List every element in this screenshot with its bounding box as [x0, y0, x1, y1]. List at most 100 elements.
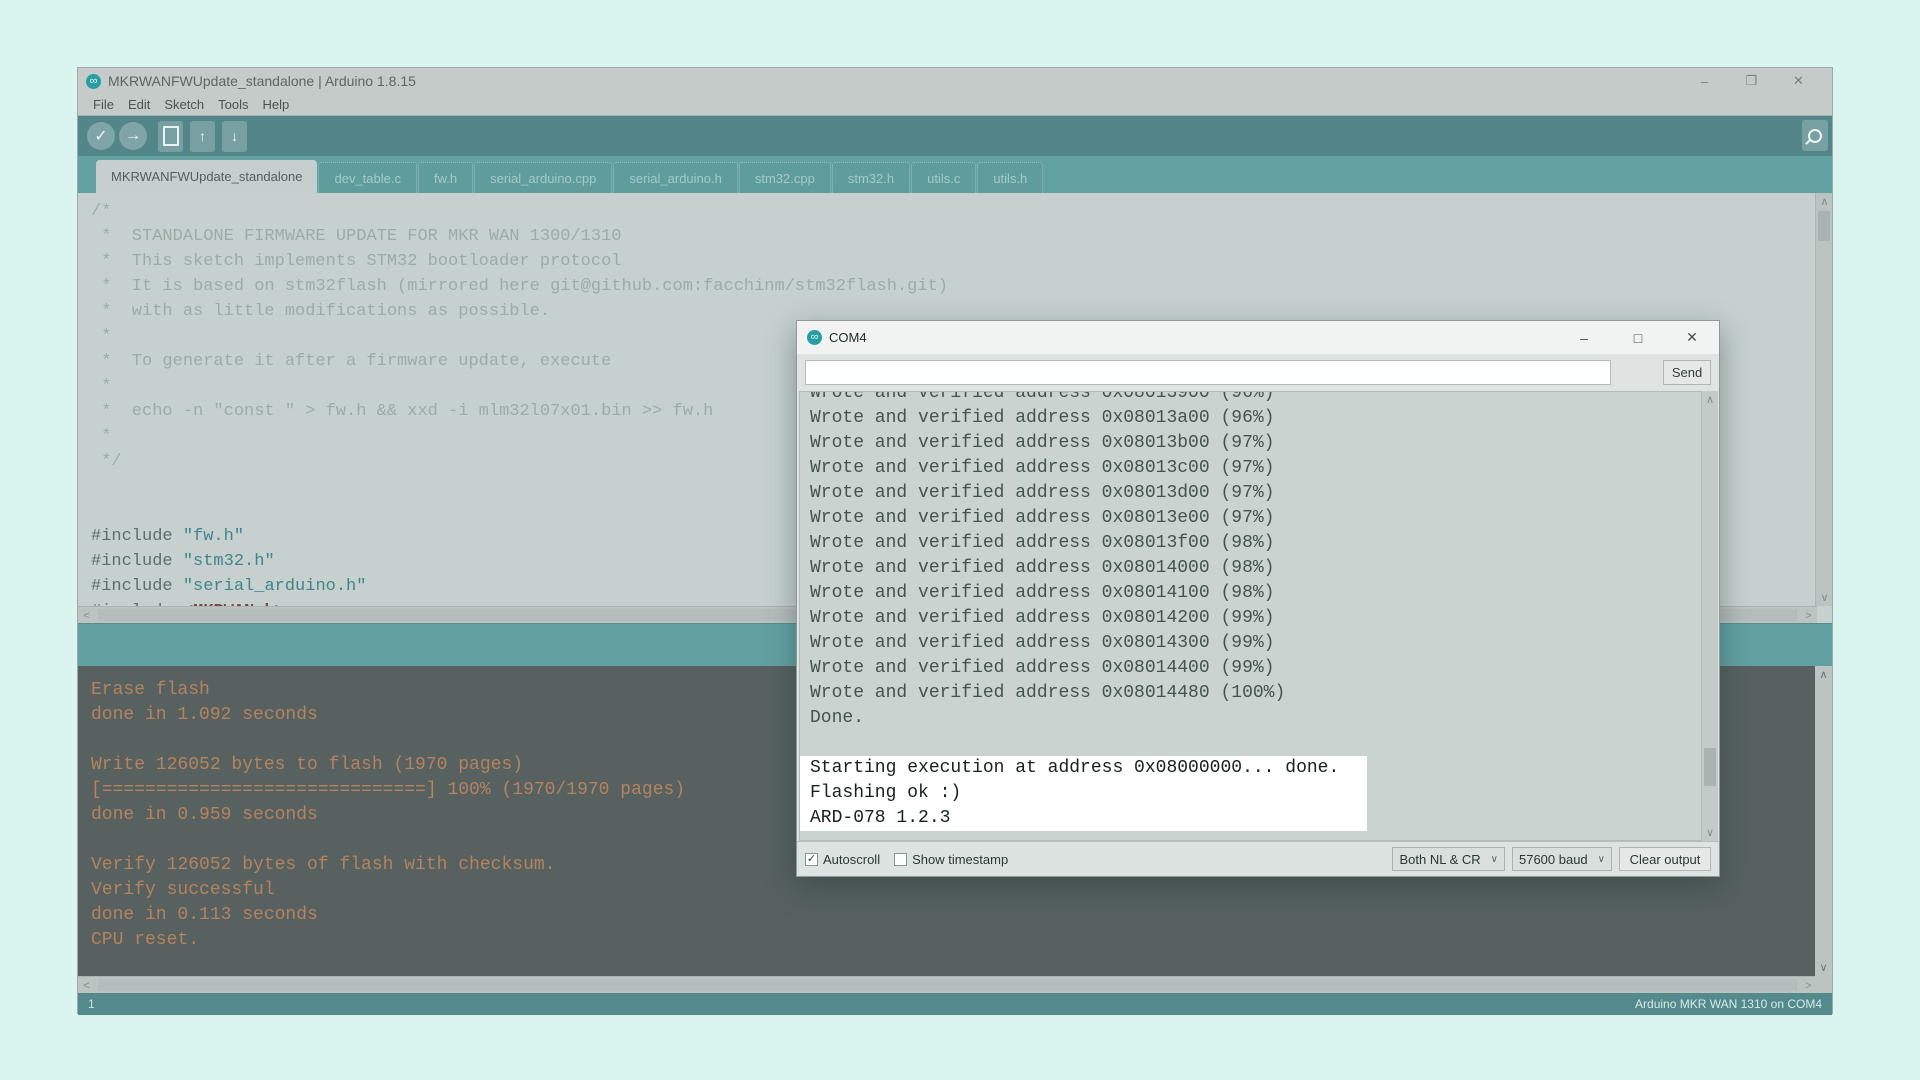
- tab-stm32.cpp[interactable]: stm32.cpp: [739, 162, 831, 193]
- serial-scrollbar-thumb[interactable]: [1704, 748, 1716, 786]
- console-horizontal-scrollbar[interactable]: < >: [78, 976, 1817, 993]
- tab-MKRWANFWUpdate_standalone[interactable]: MKRWANFWUpdate_standalone: [96, 160, 317, 193]
- code-token: "fw.h": [183, 527, 244, 546]
- serial-vertical-scrollbar[interactable]: ∧ ∨: [1702, 391, 1718, 841]
- line-ending-dropdown[interactable]: Both NL & CR ∨: [1392, 847, 1505, 871]
- menu-tools[interactable]: Tools: [211, 97, 255, 112]
- arduino-logo-icon: ∞: [807, 330, 822, 345]
- serial-output-line: Starting execution at address 0x08000000…: [810, 756, 1367, 781]
- console-line: CPU reset.: [91, 928, 1817, 953]
- serial-titlebar[interactable]: ∞ COM4 – □ ✕: [797, 321, 1719, 354]
- show-timestamp-checkbox[interactable]: [894, 853, 907, 866]
- code-token: #include: [91, 577, 183, 596]
- ide-window-title: MKRWANFWUpdate_standalone | Arduino 1.8.…: [108, 73, 416, 89]
- code-token: #include: [91, 527, 183, 546]
- menu-edit[interactable]: Edit: [121, 97, 157, 112]
- scroll-down-icon[interactable]: ∨: [1702, 824, 1718, 841]
- tab-utils.c[interactable]: utils.c: [911, 162, 976, 193]
- menu-sketch[interactable]: Sketch: [157, 97, 211, 112]
- editor-scrollbar-thumb[interactable]: [1818, 211, 1830, 241]
- code-token: #include: [91, 552, 183, 571]
- tab-utils.h[interactable]: utils.h: [977, 162, 1043, 193]
- code-line: /*: [91, 199, 1817, 224]
- tab-serial_arduino.h[interactable]: serial_arduino.h: [613, 162, 738, 193]
- serial-output-line: Wrote and verified address 0x08014200 (9…: [810, 606, 1701, 631]
- console-vertical-scrollbar[interactable]: ∧ ∨: [1815, 666, 1832, 976]
- code-token: "stm32.h": [183, 552, 275, 571]
- code-token: * To generate it after a firmware update…: [91, 352, 611, 371]
- code-token: * with as little modifications as possib…: [91, 302, 550, 321]
- serial-output-line: Flashing ok :): [810, 781, 1367, 806]
- open-button[interactable]: ↑: [190, 121, 215, 152]
- code-token: /*: [91, 202, 111, 221]
- menu-help[interactable]: Help: [255, 97, 296, 112]
- line-number-indicator: 1: [88, 997, 95, 1011]
- tab-bar: MKRWANFWUpdate_standalonedev_table.cfw.h…: [78, 156, 1832, 193]
- serial-output-line: Wrote and verified address 0x08013a00 (9…: [810, 406, 1701, 431]
- serial-send-input[interactable]: [805, 360, 1611, 385]
- ide-titlebar[interactable]: ∞ MKRWANFWUpdate_standalone | Arduino 1.…: [78, 68, 1832, 94]
- clear-output-button[interactable]: Clear output: [1619, 847, 1711, 871]
- serial-output-line: Wrote and verified address 0x08013b00 (9…: [810, 431, 1701, 456]
- minimize-button[interactable]: –: [1557, 321, 1611, 354]
- code-token: * STANDALONE FIRMWARE UPDATE FOR MKR WAN…: [91, 227, 622, 246]
- baud-rate-dropdown[interactable]: 57600 baud ∨: [1512, 847, 1612, 871]
- scrollbar-corner: [1815, 976, 1832, 993]
- tab-serial_arduino.cpp[interactable]: serial_arduino.cpp: [474, 162, 612, 193]
- status-bar: 1 Arduino MKR WAN 1310 on COM4: [78, 993, 1832, 1015]
- code-token: * echo -n "const " > fw.h && xxd -i mlm3…: [91, 402, 713, 421]
- tab-dev_table.c[interactable]: dev_table.c: [318, 162, 417, 193]
- check-icon: ✓: [94, 126, 107, 146]
- serial-output-text: Wrote and verified address 0x08013900 (9…: [800, 391, 1701, 831]
- serial-monitor-window: ∞ COM4 – □ ✕ Send Wrote and verified add…: [796, 320, 1720, 877]
- serial-output-line: Wrote and verified address 0x08013e00 (9…: [810, 506, 1701, 531]
- serial-output-line: Wrote and verified address 0x08014480 (1…: [810, 681, 1701, 706]
- scroll-up-icon[interactable]: ∧: [1815, 666, 1832, 683]
- scroll-right-icon[interactable]: >: [1800, 607, 1817, 624]
- close-button[interactable]: ✕: [1775, 68, 1822, 94]
- autoscroll-checkbox[interactable]: ✓: [805, 853, 818, 866]
- selected-text-block: Starting execution at address 0x08000000…: [800, 756, 1367, 831]
- document-icon: [163, 126, 179, 146]
- new-sketch-button[interactable]: [158, 121, 183, 152]
- scroll-up-icon[interactable]: ∧: [1816, 193, 1833, 210]
- code-token: */: [91, 452, 122, 471]
- serial-output-line: Wrote and verified address 0x08014300 (9…: [810, 631, 1701, 656]
- toolbar: ✓ → ↑ ↓: [78, 116, 1832, 156]
- baud-rate-value: 57600 baud: [1519, 852, 1588, 867]
- upload-button[interactable]: →: [119, 122, 147, 150]
- tab-stm32.h[interactable]: stm32.h: [832, 162, 910, 193]
- chevron-down-icon: ∨: [1598, 854, 1605, 865]
- close-button[interactable]: ✕: [1665, 321, 1719, 354]
- menu-bar: FileEditSketchToolsHelp: [78, 94, 1832, 116]
- tab-fw.h[interactable]: fw.h: [418, 162, 473, 193]
- board-port-indicator: Arduino MKR WAN 1310 on COM4: [1635, 997, 1822, 1011]
- scroll-down-icon[interactable]: ∨: [1815, 959, 1832, 976]
- arrow-down-icon: ↓: [231, 128, 238, 144]
- code-token: * It is based on stm32flash (mirrored he…: [91, 277, 948, 296]
- code-line: * It is based on stm32flash (mirrored he…: [91, 274, 1817, 299]
- scroll-left-icon[interactable]: <: [78, 977, 95, 994]
- verify-button[interactable]: ✓: [87, 122, 115, 150]
- menu-file[interactable]: File: [86, 97, 121, 112]
- magnifier-icon: [1808, 129, 1822, 143]
- save-button[interactable]: ↓: [222, 121, 247, 152]
- minimize-button[interactable]: –: [1681, 68, 1728, 94]
- code-token: "serial_arduino.h": [183, 577, 367, 596]
- editor-vertical-scrollbar[interactable]: ∧ ∨: [1815, 193, 1832, 606]
- chevron-down-icon: ∨: [1491, 854, 1498, 865]
- serial-output-line: ARD-078 1.2.3: [810, 806, 1367, 831]
- code-token: *: [91, 427, 111, 446]
- desktop: { "icons": { "minimize": "–", "restore":…: [0, 0, 1920, 1080]
- serial-output-area[interactable]: Wrote and verified address 0x08013900 (9…: [799, 391, 1702, 841]
- console-hscrollbar-thumb[interactable]: [98, 979, 1797, 991]
- restore-button[interactable]: ❐: [1728, 68, 1775, 94]
- send-button[interactable]: Send: [1663, 360, 1711, 385]
- line-ending-value: Both NL & CR: [1399, 852, 1480, 867]
- serial-monitor-button[interactable]: [1802, 120, 1828, 151]
- scroll-up-icon[interactable]: ∧: [1702, 391, 1718, 408]
- serial-output-line: Wrote and verified address 0x08013900 (9…: [810, 391, 1701, 406]
- maximize-button[interactable]: □: [1611, 321, 1665, 354]
- scroll-down-icon[interactable]: ∨: [1816, 589, 1833, 606]
- scroll-left-icon[interactable]: <: [78, 607, 95, 624]
